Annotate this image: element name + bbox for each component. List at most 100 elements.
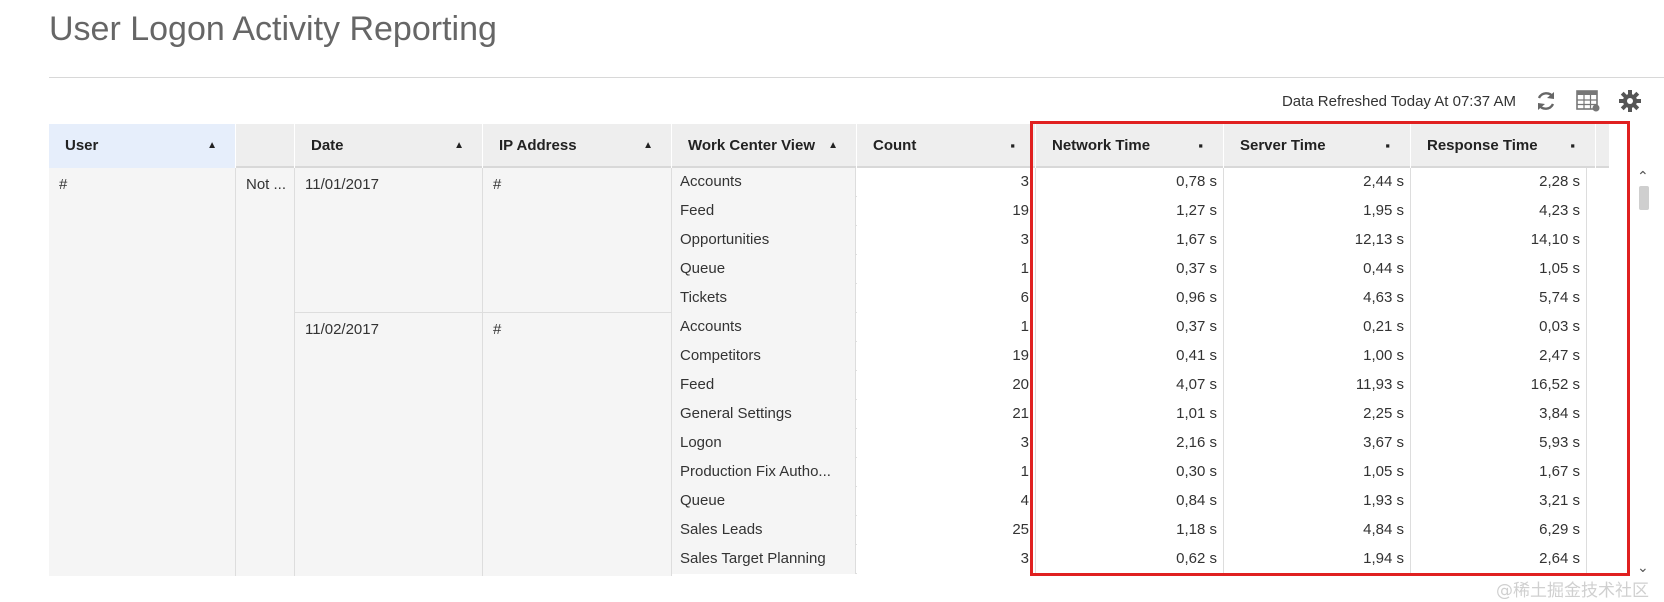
cell-response-time[interactable]: 3,84 s (1411, 400, 1587, 429)
column-menu-icon[interactable]: ▪ (1010, 124, 1015, 168)
cell-work-center-view[interactable]: Sales Leads (672, 516, 856, 545)
cell-network-time[interactable]: 4,07 s (1036, 371, 1224, 400)
cell-count[interactable]: 3 (857, 429, 1036, 458)
cell-server-time[interactable]: 4,63 s (1224, 284, 1411, 313)
cell-work-center-view[interactable]: Tickets (672, 284, 856, 313)
cell-response-time[interactable]: 2,64 s (1411, 545, 1587, 574)
table-row[interactable]: Feed 19 1,27 s 1,95 s 4,23 s (672, 197, 1587, 226)
cell-server-time[interactable]: 3,67 s (1224, 429, 1411, 458)
cell-count[interactable]: 3 (857, 168, 1036, 197)
cell-work-center-view[interactable]: Production Fix Autho... (672, 458, 856, 487)
cell-response-time[interactable]: 0,03 s (1411, 313, 1587, 342)
cell-work-center-view[interactable]: Feed (672, 371, 856, 400)
cell-response-time[interactable]: 5,93 s (1411, 429, 1587, 458)
table-row[interactable]: General Settings 21 1,01 s 2,25 s 3,84 s (672, 400, 1587, 429)
cell-count[interactable]: 19 (857, 197, 1036, 226)
gear-icon[interactable] (1616, 87, 1644, 115)
cell-server-time[interactable]: 1,94 s (1224, 545, 1411, 574)
cell-count[interactable]: 21 (857, 400, 1036, 429)
cell-network-time[interactable]: 0,78 s (1036, 168, 1224, 197)
cell-network-time[interactable]: 1,27 s (1036, 197, 1224, 226)
cell-work-center-view[interactable]: Logon (672, 429, 856, 458)
cell-work-center-view[interactable]: Opportunities (672, 226, 856, 255)
table-row[interactable]: Production Fix Autho... 1 0,30 s 1,05 s 1,67… (672, 458, 1587, 487)
cell-server-time[interactable]: 1,93 s (1224, 487, 1411, 516)
scroll-thumb[interactable] (1639, 186, 1649, 210)
cell-response-time[interactable]: 5,74 s (1411, 284, 1587, 313)
cell-network-time[interactable]: 0,37 s (1036, 255, 1224, 284)
cell-network-time[interactable]: 1,67 s (1036, 226, 1224, 255)
cell-ip-address[interactable]: # (483, 168, 672, 313)
cell-network-time[interactable]: 0,30 s (1036, 458, 1224, 487)
column-header-count[interactable]: Count ▪ (857, 124, 1036, 168)
table-row[interactable]: Sales Leads 25 1,18 s 4,84 s 6,29 s (672, 516, 1587, 545)
cell-work-center-view[interactable]: Sales Target Planning (672, 545, 856, 574)
cell-response-time[interactable]: 6,29 s (1411, 516, 1587, 545)
cell-network-time[interactable]: 0,37 s (1036, 313, 1224, 342)
column-header-network-time[interactable]: Network Time ▪ (1036, 124, 1224, 168)
cell-network-time[interactable]: 0,96 s (1036, 284, 1224, 313)
sort-asc-icon[interactable]: ▲ (454, 124, 464, 168)
cell-count[interactable]: 19 (857, 342, 1036, 371)
cell-work-center-view[interactable]: General Settings (672, 400, 856, 429)
column-header-user[interactable]: User ▲ (49, 124, 236, 168)
table-row[interactable]: Sales Target Planning 3 0,62 s 1,94 s 2,64 s (672, 545, 1587, 574)
cell-network-time[interactable]: 1,18 s (1036, 516, 1224, 545)
cell-count[interactable]: 20 (857, 371, 1036, 400)
cell-count[interactable]: 3 (857, 226, 1036, 255)
cell-user[interactable]: # (49, 168, 236, 576)
cell-server-time[interactable]: 2,25 s (1224, 400, 1411, 429)
cell-count[interactable]: 3 (857, 545, 1036, 574)
cell-response-time[interactable]: 3,21 s (1411, 487, 1587, 516)
cell-network-time[interactable]: 0,41 s (1036, 342, 1224, 371)
scroll-up-icon[interactable]: ⌃ (1637, 168, 1649, 185)
cell-response-time[interactable]: 14,10 s (1411, 226, 1587, 255)
column-menu-icon[interactable]: ▪ (1198, 124, 1203, 168)
column-header-response-time[interactable]: Response Time ▪ (1411, 124, 1596, 168)
table-row[interactable]: Queue 4 0,84 s 1,93 s 3,21 s (672, 487, 1587, 516)
cell-network-time[interactable]: 0,62 s (1036, 545, 1224, 574)
column-header-ip-address[interactable]: IP Address ▲ (483, 124, 672, 168)
cell-work-center-view[interactable]: Accounts (672, 168, 856, 197)
column-header-date[interactable]: Date ▲ (295, 124, 483, 168)
cell-response-time[interactable]: 1,67 s (1411, 458, 1587, 487)
cell-work-center-view[interactable]: Feed (672, 197, 856, 226)
table-row[interactable]: Logon 3 2,16 s 3,67 s 5,93 s (672, 429, 1587, 458)
cell-server-time[interactable]: 1,95 s (1224, 197, 1411, 226)
cell-work-center-view[interactable]: Competitors (672, 342, 856, 371)
cell-server-time[interactable]: 11,93 s (1224, 371, 1411, 400)
cell-response-time[interactable]: 2,47 s (1411, 342, 1587, 371)
cell-network-time[interactable]: 0,84 s (1036, 487, 1224, 516)
cell-server-time[interactable]: 4,84 s (1224, 516, 1411, 545)
cell-network-time[interactable]: 1,01 s (1036, 400, 1224, 429)
table-settings-icon[interactable] (1574, 87, 1602, 115)
cell-work-center-view[interactable]: Queue (672, 487, 856, 516)
cell-network-time[interactable]: 2,16 s (1036, 429, 1224, 458)
cell-server-time[interactable]: 12,13 s (1224, 226, 1411, 255)
cell-response-time[interactable]: 4,23 s (1411, 197, 1587, 226)
cell-server-time[interactable]: 1,05 s (1224, 458, 1411, 487)
table-row[interactable]: Feed 20 4,07 s 11,93 s 16,52 s (672, 371, 1587, 400)
table-row[interactable]: Queue 1 0,37 s 0,44 s 1,05 s (672, 255, 1587, 284)
table-row[interactable]: Competitors 19 0,41 s 1,00 s 2,47 s (672, 342, 1587, 371)
table-row[interactable]: Opportunities 3 1,67 s 12,13 s 14,10 s (672, 226, 1587, 255)
cell-response-time[interactable]: 2,28 s (1411, 168, 1587, 197)
cell-date[interactable]: 11/01/2017 (295, 168, 483, 313)
cell-count[interactable]: 4 (857, 487, 1036, 516)
cell-count[interactable]: 6 (857, 284, 1036, 313)
cell-response-time[interactable]: 1,05 s (1411, 255, 1587, 284)
cell-server-time[interactable]: 0,44 s (1224, 255, 1411, 284)
column-header-server-time[interactable]: Server Time ▪ (1224, 124, 1411, 168)
sort-asc-icon[interactable]: ▲ (207, 124, 217, 168)
cell-ip-address[interactable]: # (483, 313, 672, 576)
vertical-scrollbar[interactable]: ⌃ ⌄ (1634, 168, 1654, 576)
cell-server-time[interactable]: 0,21 s (1224, 313, 1411, 342)
cell-status[interactable]: Not ... (236, 168, 295, 576)
cell-work-center-view[interactable]: Queue (672, 255, 856, 284)
table-row[interactable]: Accounts 1 0,37 s 0,21 s 0,03 s (672, 313, 1587, 342)
column-menu-icon[interactable]: ▪ (1570, 124, 1575, 168)
scroll-down-icon[interactable]: ⌄ (1637, 559, 1649, 576)
cell-count[interactable]: 1 (857, 458, 1036, 487)
cell-count[interactable]: 25 (857, 516, 1036, 545)
sort-asc-icon[interactable]: ▲ (828, 124, 838, 168)
